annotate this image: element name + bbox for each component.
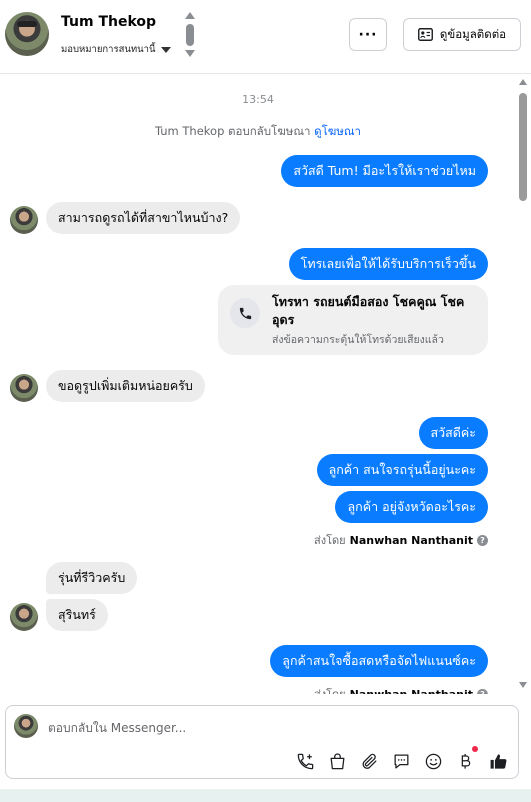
message-composer [5, 705, 519, 779]
caret-down-icon [160, 46, 171, 53]
view-contact-button[interactable]: ดูข้อมูลติดต่อ [403, 18, 521, 51]
sent-by-info: ส่งโดย Nanwhan Nanthanit ? [314, 531, 488, 549]
message-bubble-outgoing[interactable]: โทรเลยเพื่อให้ได้รับบริการเร็วขึ้น [288, 248, 488, 280]
ad-reply-notice: Tum Thekop ตอบกลับโฆษณา ดูโฆษณา [0, 123, 516, 141]
message-bubble-incoming[interactable]: รุ่นที่รีวิวครับ [46, 562, 138, 594]
view-ad-link[interactable]: ดูโฆษณา [314, 124, 361, 138]
thread-scrollbar[interactable] [516, 76, 531, 694]
message-bubble-outgoing[interactable]: ลูกค้า อยู่จังหวัดอะไรคะ [335, 491, 488, 523]
sent-by-info: ส่งโดย Nanwhan Nanthanit ? [314, 685, 488, 694]
sender-avatar [10, 374, 38, 402]
conversation-stepper[interactable] [184, 12, 196, 58]
help-icon[interactable]: ? [477, 534, 488, 546]
emoji-icon[interactable] [422, 750, 444, 772]
message-bubble-incoming[interactable]: ขอดูรูปเพิ่มเติมหน่อยครับ [46, 370, 205, 402]
help-icon[interactable]: ? [477, 688, 488, 694]
bag-icon[interactable] [326, 750, 348, 772]
contact-card-icon [417, 28, 433, 41]
phone-icon [230, 298, 260, 328]
sender-avatar [10, 603, 38, 631]
message-bubble-incoming[interactable]: สามารถดูรถได้ที่สาขาไหนบ้าง? [46, 202, 241, 234]
sent-by-label: ส่งโดย [314, 534, 346, 547]
thumbs-up-icon[interactable] [487, 750, 509, 772]
sent-by-name: Nanwhan Nanthanit [349, 687, 473, 695]
assign-label: มอบหมายการสนทนานี้ [61, 44, 156, 55]
scroll-thumb[interactable] [519, 93, 527, 201]
notification-dot [472, 746, 478, 752]
message-bubble-outgoing[interactable]: ลูกค้า สนใจรถรุ่นนี้อยู่นะคะ [316, 454, 488, 486]
call-card-title: โทรหา รถยนต์มือสอง โชคคูณ โชค อุดร [272, 294, 465, 327]
stepper-bar [186, 24, 194, 46]
more-icon: ··· [358, 26, 378, 43]
sender-avatar [10, 206, 38, 234]
arrow-up-icon[interactable] [185, 12, 195, 19]
sent-by-label: ส่งโดย [314, 685, 346, 694]
message-bubble-outgoing[interactable]: สวัสดี Tum! มีอะไรให้เราช่วยไหม [281, 155, 488, 187]
chat-icon[interactable] [390, 750, 412, 772]
contact-avatar[interactable] [5, 12, 49, 56]
message-thread[interactable]: 13:54 Tum Thekop ตอบกลับโฆษณา ดูโฆษณา สว… [0, 75, 531, 694]
phone-add-icon[interactable] [294, 750, 316, 772]
view-contact-label: ดูข้อมูลติดต่อ [439, 26, 507, 41]
scroll-down-icon[interactable] [519, 682, 527, 688]
more-options-button[interactable]: ··· [349, 18, 387, 51]
message-bubble-outgoing[interactable]: สวัสดีค่ะ [418, 417, 488, 449]
bottom-band [0, 789, 531, 802]
message-bubble-outgoing[interactable]: ลูกค้าสนใจซื้อสดหรือจัดไฟแนนซ์คะ [270, 645, 488, 677]
ad-reply-text: Tum Thekop ตอบกลับโฆษณา [154, 124, 311, 138]
reply-input[interactable] [48, 718, 508, 738]
baht-icon[interactable] [454, 750, 476, 772]
contact-name[interactable]: Tum Thekop [61, 14, 156, 30]
call-card-subtitle: ส่งข้อความกระตุ้นให้โทรด้วยเสียงแล้ว [272, 334, 444, 346]
paperclip-icon[interactable] [358, 750, 380, 772]
page-avatar [14, 714, 38, 738]
timestamp: 13:54 [242, 93, 274, 106]
call-request-card[interactable]: โทรหา รถยนต์มือสอง โชคคูณ โชค อุดร ส่งข้… [218, 285, 488, 355]
sent-by-name: Nanwhan Nanthanit [349, 533, 473, 547]
arrow-down-icon[interactable] [185, 50, 195, 57]
message-bubble-incoming[interactable]: สุรินทร์ [46, 599, 108, 631]
conversation-header: Tum Thekop มอบหมายการสนทนานี้ ··· ดูข้อม… [0, 0, 531, 74]
assign-conversation-dropdown[interactable]: มอบหมายการสนทนานี้ [61, 42, 171, 57]
scroll-up-icon[interactable] [519, 79, 527, 85]
